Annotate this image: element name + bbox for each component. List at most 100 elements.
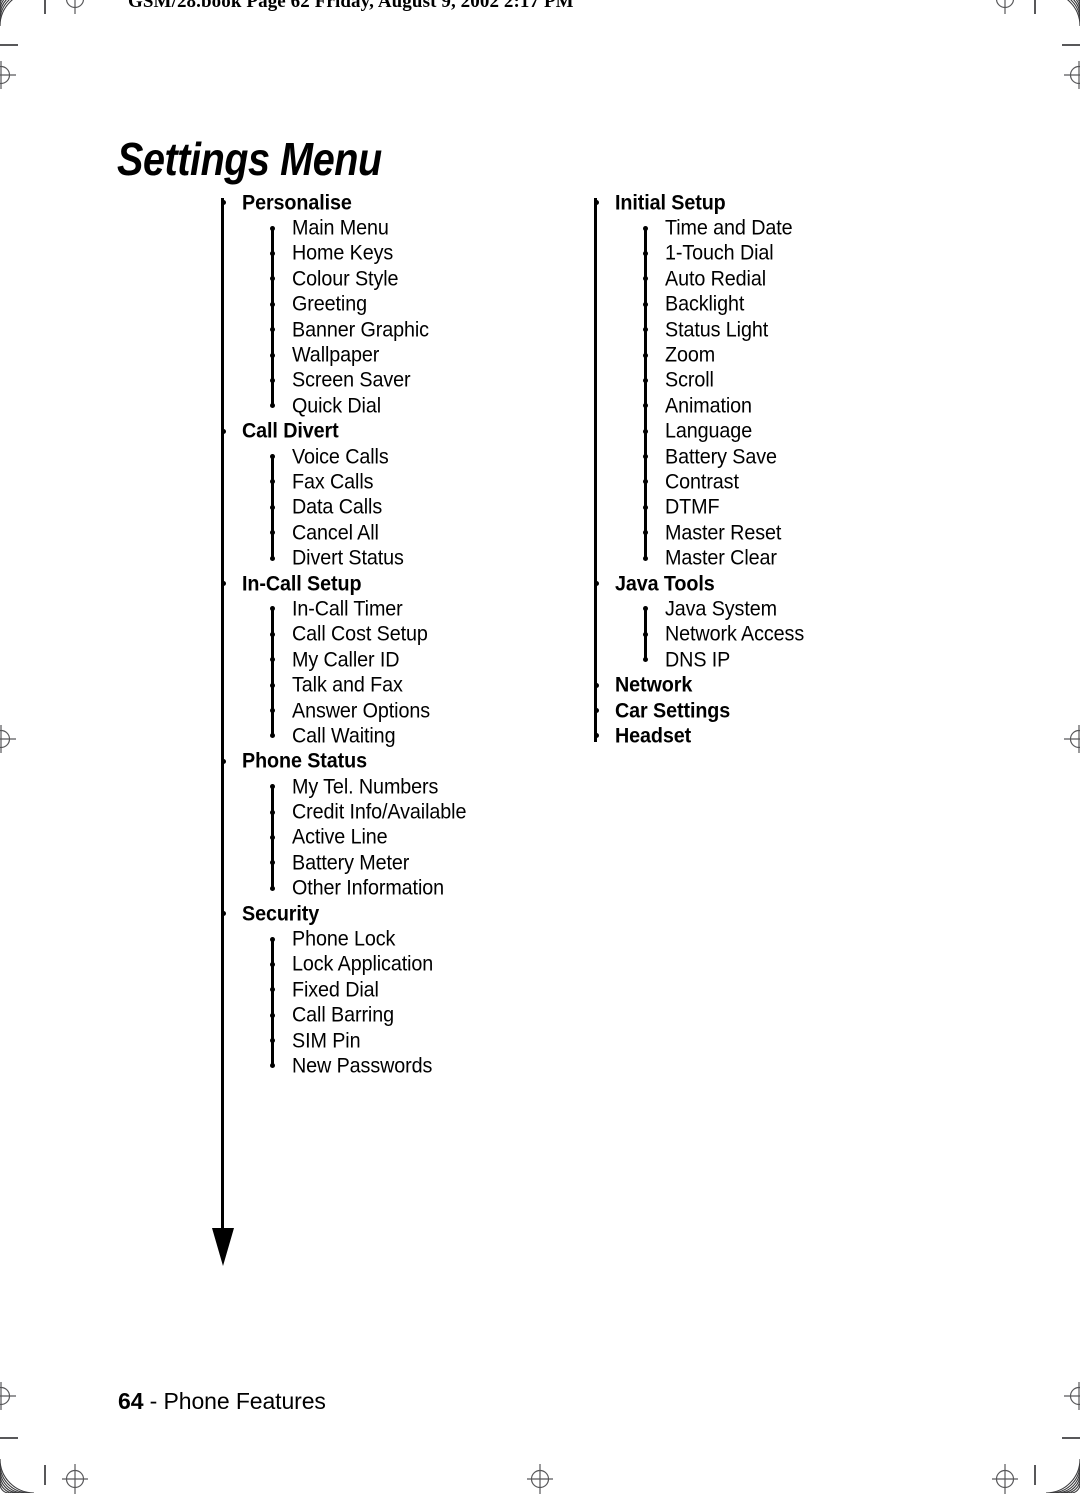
menu-item-label: In-Call Timer (292, 598, 403, 619)
menu-item-label: Fixed Dial (292, 979, 379, 1000)
tree-node-dot (270, 886, 275, 891)
menu-item-label: DNS IP (665, 649, 730, 670)
registration-crosshair-left-middle (0, 724, 16, 759)
registration-crosshair-bottom-a (60, 1464, 90, 1499)
crop-tick-bottom-b (1034, 1465, 1036, 1485)
menu-item-label: Call Waiting (292, 725, 395, 746)
tree-node-dot (270, 479, 275, 484)
page-title: Settings Menu (117, 132, 382, 186)
crop-tick-left-a (0, 44, 18, 46)
menu-item-label: Answer Options (292, 700, 430, 721)
menu-item-label: Fax Calls (292, 471, 373, 492)
tree-spine-left (221, 198, 224, 1228)
menu-item-label: DTMF (665, 497, 719, 518)
menu-item-label: Network Access (665, 624, 804, 645)
menu-item-label: Battery Save (665, 446, 777, 467)
menu-group-label: In-Call Setup (242, 573, 361, 594)
tree-node-dot (270, 657, 275, 662)
tree-node-dot (643, 353, 648, 358)
menu-item-label: Divert Status (292, 548, 404, 569)
menu-item-label: Active Line (292, 827, 388, 848)
registration-crosshair-bottom-b (990, 1464, 1020, 1499)
crop-tick-left-b (0, 1437, 18, 1439)
tree-node-dot (221, 200, 226, 205)
tree-substem (271, 939, 274, 1066)
menu-item-label: Phone Lock (292, 929, 395, 950)
registration-burst-top-right (1046, 0, 1080, 26)
menu-item-label: Call Barring (292, 1005, 394, 1026)
tree-node-dot (270, 454, 275, 459)
tree-node-dot (643, 403, 648, 408)
menu-item-label: Credit Info/Available (292, 802, 466, 823)
registration-crosshair-top-right (990, 0, 1020, 19)
tree-node-dot (270, 708, 275, 713)
menu-item-label: Wallpaper (292, 345, 379, 366)
tree-node-dot (643, 226, 648, 231)
menu-item-label: Voice Calls (292, 446, 389, 467)
menu-item-label: Greeting (292, 294, 367, 315)
menu-item-label: Zoom (665, 345, 715, 366)
menu-item-label: Animation (665, 395, 752, 416)
crop-tick-right-a (1062, 44, 1080, 46)
tree-node-dot (270, 733, 275, 738)
tree-node-dot (270, 226, 275, 231)
menu-item-label: Language (665, 421, 752, 442)
tree-node-dot (270, 530, 275, 535)
menu-item-label: Data Calls (292, 497, 382, 518)
tree-node-dot (221, 581, 226, 586)
registration-burst-top-left (0, 0, 34, 26)
tree-node-dot (270, 556, 275, 561)
tree-node-dot (270, 606, 275, 611)
menu-item-label: Backlight (665, 294, 744, 315)
tree-node-dot (643, 632, 648, 637)
menu-item-label: Talk and Fax (292, 675, 403, 696)
registration-crosshair-top-left (60, 0, 90, 19)
menu-group-label: Phone Status (242, 751, 367, 772)
tree-node-dot (270, 962, 275, 967)
footer-separator: - (143, 1388, 163, 1414)
menu-item-label: My Caller ID (292, 649, 399, 670)
menu-item-label: Master Reset (665, 522, 781, 543)
tree-node-dot (270, 1063, 275, 1068)
tree-node-dot (270, 251, 275, 256)
tree-substem (271, 609, 274, 736)
menu-item-label: Cancel All (292, 522, 379, 543)
menu-group-label: Personalise (242, 192, 352, 213)
tree-node-dot (594, 683, 599, 688)
tree-node-dot (270, 1038, 275, 1043)
tree-node-dot (270, 276, 275, 281)
tree-node-dot (270, 835, 275, 840)
tree-node-dot (270, 1013, 275, 1018)
tree-node-dot (643, 378, 648, 383)
tree-node-dot (643, 429, 648, 434)
tree-node-dot (594, 200, 599, 205)
registration-crosshair-bottom-center (525, 1464, 555, 1499)
registration-crosshair-bottom-right (1064, 1381, 1080, 1416)
menu-item-label: Screen Saver (292, 370, 410, 391)
tree-node-dot (643, 657, 648, 662)
menu-item-label: Scroll (665, 370, 714, 391)
footer-section: Phone Features (164, 1388, 326, 1414)
tree-spine-arrow-left (212, 1228, 234, 1266)
tree-node-dot (270, 937, 275, 942)
menu-item-label: Main Menu (292, 218, 389, 239)
tree-node-dot (270, 403, 275, 408)
crop-tick-top-b (1034, 0, 1036, 14)
menu-item-label: Banner Graphic (292, 319, 429, 340)
tree-node-dot (221, 911, 226, 916)
tree-node-dot (270, 302, 275, 307)
tree-node-dot (270, 378, 275, 383)
menu-item-label: Quick Dial (292, 395, 381, 416)
tree-node-dot (643, 556, 648, 561)
footer-page-number: 64 (118, 1388, 143, 1414)
tree-node-dot (270, 327, 275, 332)
menu-item-label: Auto Redial (665, 268, 766, 289)
tree-node-dot (643, 454, 648, 459)
tree-node-dot (594, 708, 599, 713)
tree-node-dot (270, 784, 275, 789)
menu-item-label: Status Light (665, 319, 768, 340)
tree-node-dot (270, 987, 275, 992)
menu-item-label: Call Cost Setup (292, 624, 428, 645)
menu-group-label: Call Divert (242, 421, 339, 442)
menu-item-label: Colour Style (292, 268, 398, 289)
